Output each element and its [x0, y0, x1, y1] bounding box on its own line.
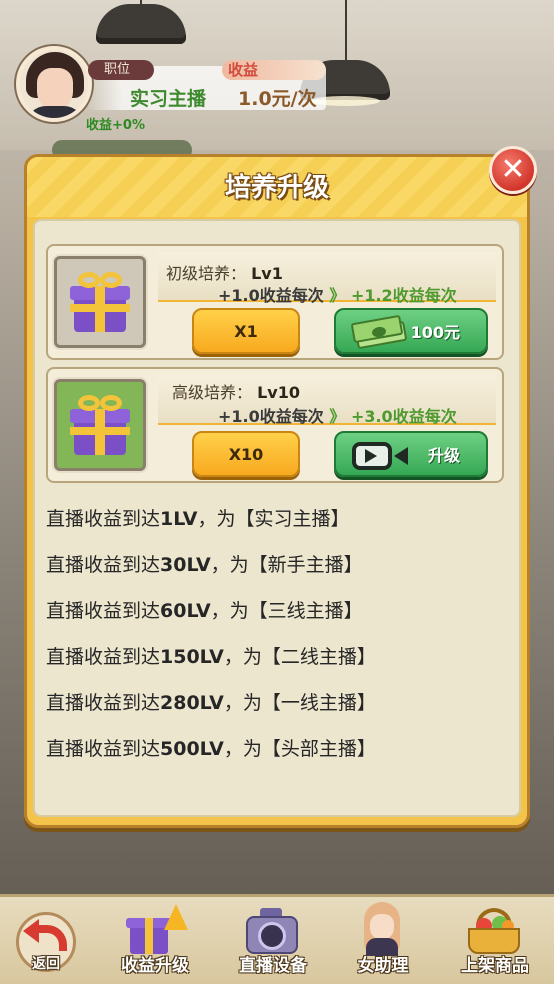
watch-video-upgrade-button[interactable]: 升级 [334, 431, 488, 477]
rule-line: 直播收益到达150LV，为【二线主播】 [46, 646, 376, 668]
video-icon [350, 440, 410, 472]
rule-line: 直播收益到达30LV，为【新手主播】 [46, 554, 363, 576]
card-name: 初级培养： Lv1 [166, 260, 283, 284]
current-gain: +1.0收益每次 [218, 407, 324, 426]
back-button[interactable]: 返回 [16, 912, 76, 972]
card-title: 高级培养： [172, 383, 253, 402]
lamp-cord [345, 0, 347, 62]
nav-label: 女助理 [357, 956, 409, 976]
rule-line: 直播收益到达1LV，为【实习主播】 [46, 508, 350, 530]
gift-upgrade-icon [124, 902, 188, 956]
back-label: 返回 [32, 956, 60, 972]
nav-income-upgrade[interactable]: 收益升级 [100, 896, 210, 984]
current-gain: +1.0收益每次 [218, 286, 324, 305]
nav-label: 收益升级 [121, 956, 189, 976]
card-level: Lv1 [251, 264, 283, 283]
close-icon: ✕ [500, 152, 526, 187]
gift-icon [54, 379, 146, 471]
card-gain: +1.0收益每次 》 +3.0收益每次 [218, 403, 457, 427]
assistant-icon [352, 902, 412, 956]
income-rate: 1.0元/次 [238, 88, 317, 110]
card-gain: +1.0收益每次 》 +1.2收益每次 [218, 282, 457, 306]
rule-line: 直播收益到达60LV，为【三线主播】 [46, 600, 363, 622]
buy-upgrade-label: 100元 [410, 323, 460, 342]
position-label: 职位 [88, 60, 154, 80]
income-bonus: 收益+0% [86, 118, 145, 133]
multiplier-button-x10[interactable]: X10 [192, 431, 300, 477]
basket-icon [464, 902, 524, 956]
gain-arrow: 》 [329, 407, 346, 426]
nav-label: 上架商品 [461, 956, 529, 976]
card-level: Lv10 [257, 383, 300, 402]
video-upgrade-label: 升级 [427, 446, 460, 465]
multiplier-button-x1[interactable]: X1 [192, 308, 300, 354]
position-name: 实习主播 [130, 88, 207, 110]
card-name: 高级培养： Lv10 [172, 379, 300, 403]
nav-list-products[interactable]: 上架商品 [440, 896, 550, 984]
nav-label: 直播设备 [239, 956, 307, 976]
next-gain: +1.2收益每次 [350, 286, 457, 305]
gift-icon [54, 256, 146, 348]
avatar[interactable] [16, 46, 92, 122]
cash-icon [350, 314, 408, 350]
buy-upgrade-button[interactable]: 100元 [334, 308, 488, 354]
upgrade-card-advanced: 高级培养： Lv10 +1.0收益每次 》 +3.0收益每次 X10 升级 [46, 367, 504, 483]
rule-line: 直播收益到达500LV，为【头部主播】 [46, 738, 376, 760]
upgrade-card-basic: 初级培养： Lv1 +1.0收益每次 》 +1.2收益每次 X1 100元 [46, 244, 504, 360]
nav-stream-equipment[interactable]: 直播设备 [218, 896, 328, 984]
income-label: 收益 [222, 60, 326, 80]
camera-icon [242, 902, 302, 956]
rule-line: 直播收益到达280LV，为【一线主播】 [46, 692, 376, 714]
close-button[interactable]: ✕ [489, 146, 537, 194]
card-title: 初级培养： [166, 264, 247, 283]
nav-assistant[interactable]: 女助理 [328, 896, 438, 984]
ceiling-lamp-left [96, 4, 186, 44]
dialog-title: 培养升级 [224, 173, 329, 203]
gain-arrow: 》 [329, 286, 346, 305]
next-gain: +3.0收益每次 [350, 407, 457, 426]
